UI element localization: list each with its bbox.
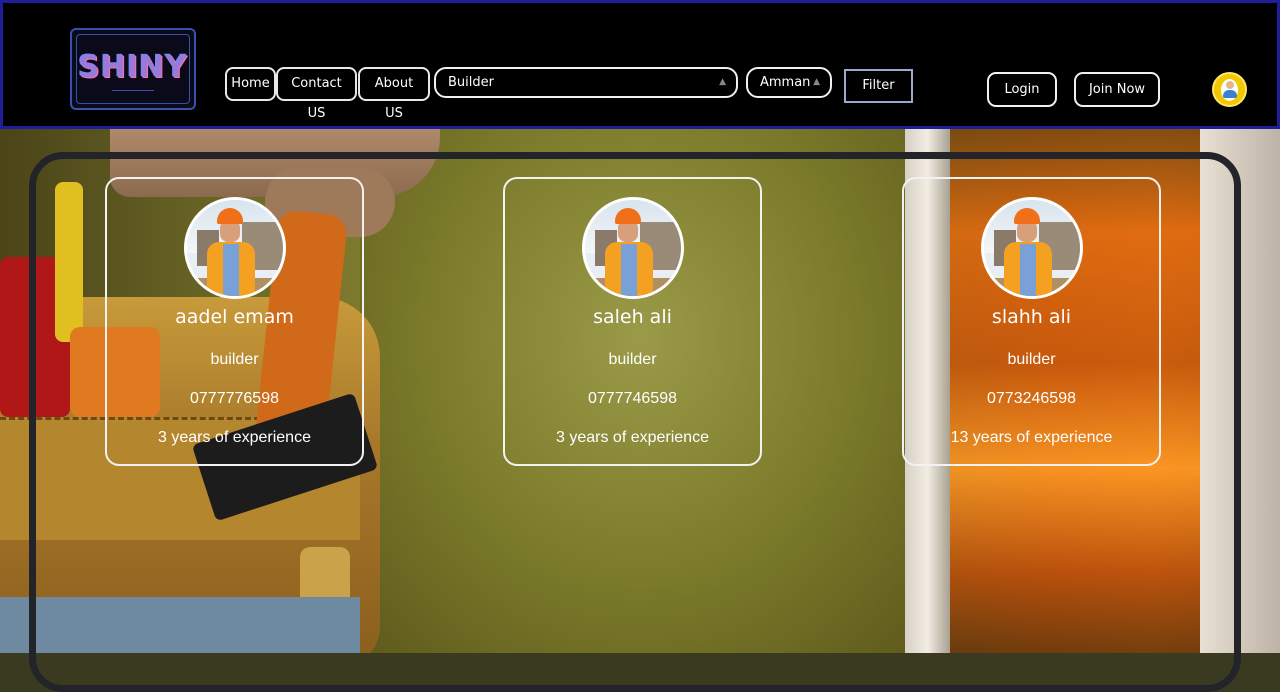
worker-photo (981, 197, 1083, 299)
city-select[interactable]: Amman ▲ (746, 67, 832, 98)
worker-trade: builder (608, 351, 657, 368)
avatar-body (1223, 90, 1237, 98)
worker-phone: 0777776598 (190, 390, 279, 407)
worker-experience: 13 years of experience (950, 429, 1113, 446)
worker-trade: builder (210, 351, 259, 368)
worker-card[interactable]: saleh ali builder 0777746598 3 years of … (503, 177, 762, 466)
worker-trade: builder (1007, 351, 1056, 368)
avatar-head (1226, 81, 1234, 89)
nav-contact-button[interactable]: Contact US (276, 67, 357, 121)
filter-button[interactable]: Filter (844, 69, 913, 103)
worker-phone: 0773246598 (987, 390, 1076, 407)
logo-ornament (112, 90, 154, 91)
select-arrows-icon: ▲ (813, 77, 820, 87)
worker-experience: 3 years of experience (556, 429, 709, 446)
worker-name: saleh ali (593, 306, 672, 328)
worker-card[interactable]: slahh ali builder 0773246598 13 years of… (902, 177, 1161, 466)
user-avatar-icon[interactable] (1212, 72, 1247, 107)
worker-phone: 0777746598 (588, 390, 677, 407)
worker-photo (184, 197, 286, 299)
worker-name: slahh ali (991, 306, 1072, 328)
logo-text: SHINY (78, 50, 188, 85)
site-logo[interactable]: SHINY (70, 28, 196, 110)
top-navbar: SHINY Home Contact US About US Builder ▲… (0, 0, 1280, 129)
nav-home-button[interactable]: Home (225, 67, 276, 101)
worker-card[interactable]: aadel emam builder 0777776598 3 years of… (105, 177, 364, 466)
select-arrows-icon: ▲ (719, 77, 726, 87)
worker-photo (582, 197, 684, 299)
category-select-value: Builder (448, 75, 494, 90)
category-select[interactable]: Builder ▲ (434, 67, 738, 98)
worker-name: aadel emam (175, 306, 294, 328)
city-select-value: Amman (760, 75, 811, 90)
worker-experience: 3 years of experience (158, 429, 311, 446)
login-button[interactable]: Login (987, 72, 1057, 107)
nav-about-button[interactable]: About US (358, 67, 430, 121)
join-now-button[interactable]: Join Now (1074, 72, 1160, 107)
